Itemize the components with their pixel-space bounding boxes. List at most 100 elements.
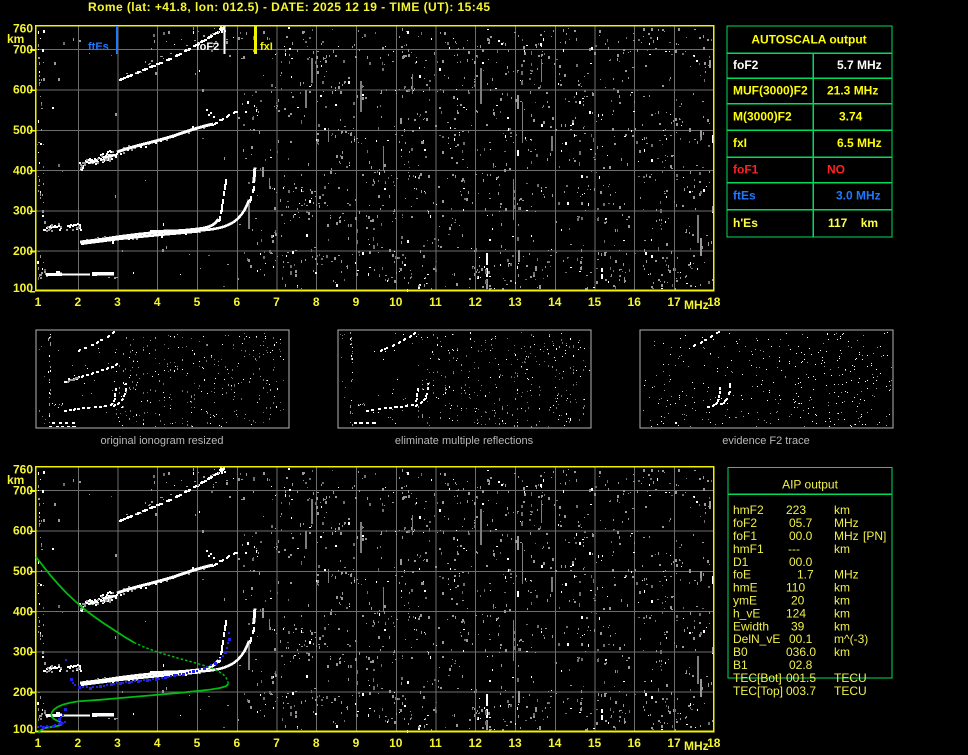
svg-text:fxI: fxI [260, 41, 273, 53]
svg-text:km: km [834, 606, 850, 620]
svg-text:17: 17 [667, 736, 681, 750]
svg-text:NO: NO [827, 162, 845, 176]
svg-text:18: 18 [707, 736, 721, 750]
svg-text:ftEs: ftEs [88, 41, 109, 53]
svg-text:foF2: foF2 [733, 516, 757, 530]
svg-text:hmF1: hmF1 [733, 542, 764, 556]
svg-text:05.7: 05.7 [789, 516, 813, 530]
svg-text:foF2: foF2 [196, 41, 219, 53]
svg-text:eliminate multiple reflections: eliminate multiple reflections [395, 435, 534, 447]
svg-text:15: 15 [588, 295, 602, 309]
svg-text:9: 9 [353, 295, 360, 309]
svg-text:14: 14 [548, 736, 562, 750]
svg-text:9: 9 [353, 736, 360, 750]
svg-text:02.8: 02.8 [789, 658, 813, 672]
svg-text:200: 200 [13, 685, 33, 699]
svg-text:12: 12 [469, 295, 483, 309]
svg-text:223: 223 [786, 503, 806, 517]
svg-text:13: 13 [508, 736, 522, 750]
svg-text:2: 2 [74, 736, 81, 750]
svg-text:13: 13 [508, 295, 522, 309]
svg-text:6.5 MHz: 6.5 MHz [837, 136, 882, 150]
svg-text:km: km [834, 594, 850, 608]
svg-text:14: 14 [548, 295, 562, 309]
svg-text:hmF2: hmF2 [733, 503, 764, 517]
svg-text:1: 1 [35, 295, 42, 309]
svg-text:15: 15 [588, 736, 602, 750]
svg-text:hmE: hmE [733, 581, 758, 595]
svg-text:500: 500 [13, 123, 33, 137]
svg-text:39: 39 [791, 619, 805, 633]
svg-text:foF2: foF2 [733, 58, 759, 72]
svg-text:12: 12 [469, 736, 483, 750]
svg-text:117 km: 117 km [828, 216, 878, 230]
svg-text:MHz: MHz [684, 739, 709, 753]
svg-text:3.0 MHz: 3.0 MHz [836, 189, 881, 203]
svg-text:100: 100 [13, 281, 33, 295]
svg-text:2: 2 [74, 295, 81, 309]
svg-text:h_vE: h_vE [733, 606, 760, 620]
svg-text:km: km [834, 645, 850, 659]
svg-text:300: 300 [13, 645, 33, 659]
svg-text:original ionogram resized: original ionogram resized [101, 435, 224, 447]
svg-text:TECU: TECU [834, 684, 867, 698]
svg-text:21.3 MHz: 21.3 MHz [827, 84, 878, 98]
svg-text:km: km [834, 503, 850, 517]
svg-text:00.1: 00.1 [789, 632, 813, 646]
svg-text:8: 8 [313, 736, 320, 750]
svg-text:11: 11 [429, 736, 442, 750]
svg-text:6: 6 [233, 295, 240, 309]
svg-text:AIP output: AIP output [782, 478, 838, 492]
svg-text:7: 7 [273, 295, 280, 309]
svg-text:[PN]: [PN] [863, 529, 886, 543]
svg-text:110: 110 [786, 581, 805, 595]
svg-text:6: 6 [233, 736, 240, 750]
svg-text:DelN_vE: DelN_vE [733, 632, 780, 646]
svg-text:ftEs: ftEs [733, 189, 756, 203]
svg-text:km: km [834, 542, 850, 556]
svg-text:5.7 MHz: 5.7 MHz [837, 58, 882, 72]
svg-text:B1: B1 [733, 658, 748, 672]
svg-text:foF1: foF1 [733, 162, 759, 176]
svg-text:16: 16 [628, 736, 642, 750]
svg-text:00.0: 00.0 [789, 529, 813, 543]
svg-text:MHz: MHz [834, 516, 859, 530]
svg-text:3: 3 [114, 736, 121, 750]
svg-text:8: 8 [313, 295, 320, 309]
svg-text:124: 124 [786, 606, 806, 620]
svg-text:AUTOSCALA output: AUTOSCALA output [751, 33, 866, 47]
svg-text:m^(-3): m^(-3) [834, 632, 868, 646]
svg-text:500: 500 [13, 564, 33, 578]
svg-text:h'Es: h'Es [733, 216, 758, 230]
svg-text:foF1: foF1 [733, 529, 757, 543]
svg-text:036.0: 036.0 [786, 645, 816, 659]
svg-text:11: 11 [429, 295, 442, 309]
svg-text:km: km [7, 32, 24, 46]
svg-text:D1: D1 [733, 555, 749, 569]
svg-text:fxI: fxI [733, 136, 747, 150]
svg-text:4: 4 [154, 295, 161, 309]
svg-text:foE: foE [733, 568, 751, 582]
svg-text:B0: B0 [733, 645, 748, 659]
svg-text:MHz: MHz [834, 568, 859, 582]
svg-text:003.7: 003.7 [786, 684, 816, 698]
svg-text:600: 600 [13, 83, 33, 97]
svg-text:MHz: MHz [834, 529, 859, 543]
svg-text:17: 17 [667, 295, 681, 309]
svg-text:400: 400 [13, 163, 33, 177]
svg-text:km: km [834, 581, 850, 595]
svg-text:10: 10 [389, 295, 403, 309]
svg-text:18: 18 [707, 295, 721, 309]
svg-text:MHz: MHz [684, 298, 709, 312]
svg-text:10: 10 [389, 736, 403, 750]
svg-text:Rome (lat: +41.8, lon: 012.5): Rome (lat: +41.8, lon: 012.5) - DATE: 20… [88, 0, 490, 14]
svg-text:5: 5 [194, 295, 201, 309]
svg-text:---: --- [788, 542, 800, 556]
svg-text:1.7: 1.7 [797, 568, 814, 582]
svg-text:001.5: 001.5 [786, 671, 816, 685]
svg-text:1: 1 [35, 736, 42, 750]
svg-text:16: 16 [628, 295, 642, 309]
svg-text:ymE: ymE [733, 594, 757, 608]
svg-text:M(3000)F2: M(3000)F2 [733, 110, 792, 124]
svg-text:00.0: 00.0 [789, 555, 813, 569]
